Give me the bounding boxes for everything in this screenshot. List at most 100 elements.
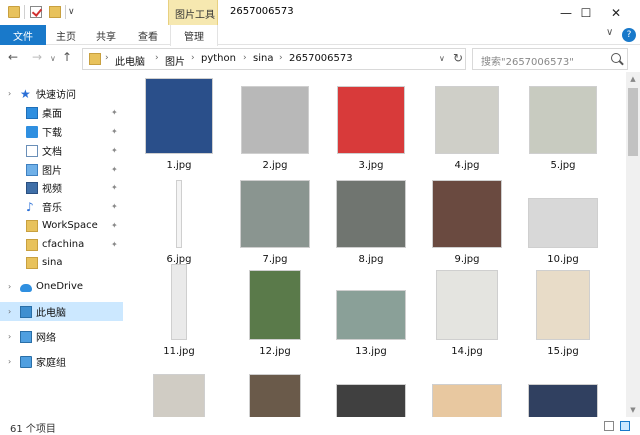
breadcrumb-separator[interactable]: › bbox=[105, 53, 109, 63]
tab-home[interactable]: 主页 bbox=[50, 25, 82, 45]
sidebar-item[interactable]: 下载 ✦ bbox=[0, 122, 123, 141]
file-item[interactable] bbox=[228, 356, 322, 417]
sidebar-item-label: 网络 bbox=[36, 333, 56, 344]
expand-arrow-icon[interactable]: › bbox=[8, 357, 11, 366]
breadcrumb-sina[interactable]: sina bbox=[253, 53, 273, 64]
refresh-icon[interactable]: ↻ bbox=[453, 51, 463, 65]
image-thumbnail bbox=[336, 384, 406, 417]
network-icon bbox=[20, 330, 32, 343]
sidebar-item[interactable]: › ★ 快速访问 bbox=[0, 84, 123, 103]
tab-file[interactable]: 文件 bbox=[0, 25, 46, 45]
file-name: 2.jpg bbox=[262, 160, 288, 171]
expand-arrow-icon[interactable]: › bbox=[8, 89, 11, 98]
large-icons-view-icon[interactable] bbox=[620, 421, 630, 431]
sidebar-item[interactable]: WorkSpace ✦ bbox=[0, 216, 123, 235]
image-thumbnail bbox=[528, 384, 598, 417]
file-name: 1.jpg bbox=[166, 160, 192, 171]
sidebar-item[interactable]: › 此电脑 bbox=[0, 302, 123, 321]
file-item[interactable]: 15.jpg bbox=[516, 264, 610, 358]
file-item[interactable]: 12.jpg bbox=[228, 264, 322, 358]
address-dropdown-icon[interactable]: ∨ bbox=[439, 54, 445, 63]
sidebar-item[interactable]: › 家庭组 bbox=[0, 352, 123, 371]
details-view-icon[interactable] bbox=[604, 421, 614, 431]
quick-access-dropdown-icon[interactable]: ∨ bbox=[68, 7, 75, 17]
sidebar-item[interactable]: 桌面 ✦ bbox=[0, 103, 123, 122]
tab-view[interactable]: 查看 bbox=[132, 25, 164, 45]
file-grid: 1.jpg 2.jpg 3.jpg 4.jpg 5.jpg 6.jpg 7.jpg 8.jpg… bbox=[128, 72, 626, 417]
expand-arrow-icon[interactable]: › bbox=[8, 332, 11, 341]
vertical-scrollbar[interactable]: ▲ ▼ bbox=[626, 72, 640, 417]
file-item[interactable]: 3.jpg bbox=[324, 78, 418, 172]
file-item[interactable]: 2.jpg bbox=[228, 78, 322, 172]
breadcrumb-separator[interactable]: › bbox=[155, 53, 159, 63]
breadcrumb-pictures[interactable]: 图片 bbox=[165, 53, 185, 68]
up-button[interactable]: ↑ bbox=[62, 50, 72, 64]
sidebar-item[interactable]: sina bbox=[0, 253, 123, 272]
image-thumbnail bbox=[153, 374, 205, 417]
file-item[interactable]: 14.jpg bbox=[420, 264, 514, 358]
sidebar-item[interactable]: cfachina ✦ bbox=[0, 235, 123, 254]
file-item[interactable] bbox=[420, 356, 514, 417]
scroll-up-icon[interactable]: ▲ bbox=[626, 72, 640, 86]
sidebar-item[interactable]: › 网络 bbox=[0, 327, 123, 346]
sidebar-item[interactable]: 视频 ✦ bbox=[0, 178, 123, 197]
sidebar-item-label: 家庭组 bbox=[36, 358, 66, 369]
pin-icon: ✦ bbox=[111, 127, 118, 136]
expand-arrow-icon[interactable]: › bbox=[8, 307, 11, 316]
folder-icon bbox=[26, 256, 38, 269]
item-count: 61 个项目 bbox=[10, 424, 56, 435]
address-bar[interactable]: › 此电脑 › 图片 › python › sina › 2657006573 … bbox=[82, 48, 466, 70]
file-item[interactable]: 1.jpg bbox=[132, 78, 226, 172]
file-item[interactable]: 9.jpg bbox=[420, 172, 514, 266]
file-item[interactable]: 10.jpg bbox=[516, 172, 610, 266]
search-input[interactable]: 搜索"2657006573" bbox=[472, 48, 628, 70]
breadcrumb-this-pc[interactable]: 此电脑 bbox=[115, 53, 145, 68]
scrollbar-thumb[interactable] bbox=[628, 88, 638, 156]
file-item[interactable] bbox=[324, 356, 418, 417]
file-item[interactable]: 7.jpg bbox=[228, 172, 322, 266]
expand-arrow-icon[interactable]: › bbox=[8, 282, 11, 291]
properties-icon[interactable] bbox=[30, 6, 42, 18]
search-icon[interactable] bbox=[611, 53, 621, 63]
file-item[interactable]: 8.jpg bbox=[324, 172, 418, 266]
image-thumbnail bbox=[536, 270, 590, 340]
scroll-down-icon[interactable]: ▼ bbox=[626, 403, 640, 417]
title-bar: ∨ 图片工具 2657006573 — ☐ ✕ bbox=[0, 0, 640, 25]
help-icon[interactable]: ? bbox=[622, 28, 636, 42]
file-item[interactable]: 6.jpg bbox=[132, 172, 226, 266]
folder-icon bbox=[8, 6, 20, 18]
pin-icon: ✦ bbox=[111, 183, 118, 192]
sidebar-item-label: 下载 bbox=[42, 128, 62, 139]
breadcrumb-separator[interactable]: › bbox=[191, 53, 195, 63]
breadcrumb-python[interactable]: python bbox=[201, 53, 236, 64]
image-thumbnail bbox=[240, 180, 310, 248]
pin-icon: ✦ bbox=[111, 240, 118, 249]
close-button[interactable]: ✕ bbox=[596, 0, 636, 25]
sidebar-item[interactable]: ♪ 音乐 ✦ bbox=[0, 197, 123, 216]
expand-ribbon-icon[interactable]: ∨ bbox=[606, 27, 613, 38]
breadcrumb-separator[interactable]: › bbox=[243, 53, 247, 63]
tab-share[interactable]: 共享 bbox=[90, 25, 122, 45]
window-title: 2657006573 bbox=[230, 6, 294, 17]
file-item[interactable] bbox=[516, 356, 610, 417]
file-item[interactable]: 4.jpg bbox=[420, 78, 514, 172]
tab-manage[interactable]: 管理 bbox=[170, 25, 218, 46]
breadcrumb-separator[interactable]: › bbox=[279, 53, 283, 63]
file-item[interactable]: 13.jpg bbox=[324, 264, 418, 358]
pin-icon: ✦ bbox=[111, 108, 118, 117]
new-folder-icon[interactable] bbox=[49, 6, 61, 18]
sidebar-item[interactable]: › OneDrive bbox=[0, 277, 123, 296]
file-item[interactable] bbox=[132, 356, 226, 417]
pin-icon: ✦ bbox=[111, 165, 118, 174]
file-item[interactable]: 11.jpg bbox=[132, 264, 226, 358]
sidebar-item-label: 视频 bbox=[42, 184, 62, 195]
recent-locations-dropdown[interactable]: ∨ bbox=[50, 54, 56, 63]
file-item[interactable]: 5.jpg bbox=[516, 78, 610, 172]
back-button[interactable]: ← bbox=[8, 50, 18, 64]
sidebar-item[interactable]: 文档 ✦ bbox=[0, 141, 123, 160]
file-name: 5.jpg bbox=[550, 160, 576, 171]
sidebar-item[interactable]: 图片 ✦ bbox=[0, 160, 123, 179]
image-thumbnail bbox=[432, 384, 502, 417]
breadcrumb-current[interactable]: 2657006573 bbox=[289, 53, 353, 64]
forward-button[interactable]: → bbox=[32, 50, 42, 64]
